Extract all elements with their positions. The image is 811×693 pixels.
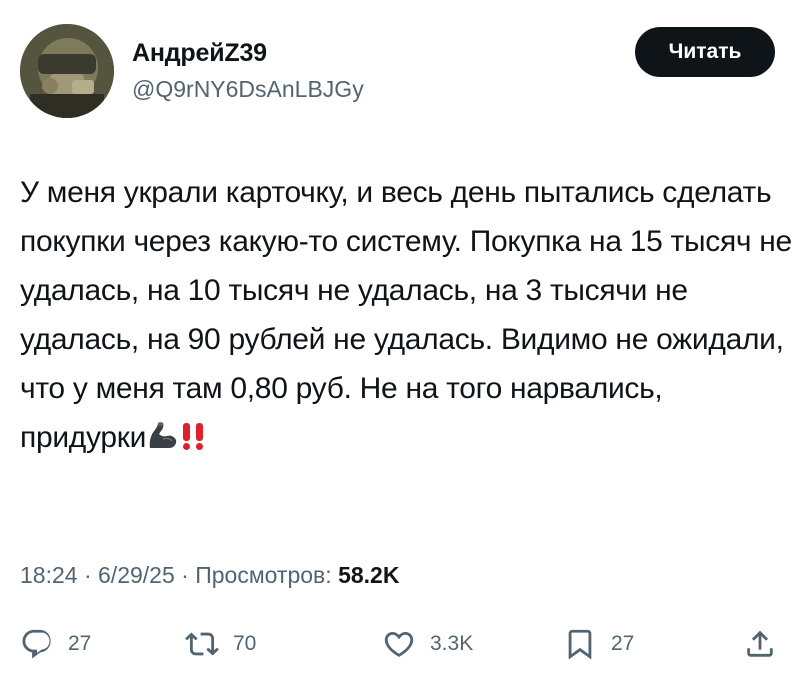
tweet-text: У меня украли карточку, и весь день пыта… — [20, 176, 792, 454]
author-display-name[interactable]: АндрейZ39 — [132, 39, 267, 68]
bookmark-count: 27 — [611, 632, 635, 655]
like-count: 3.3K — [430, 632, 474, 655]
retweet-button[interactable]: 70 — [185, 620, 256, 668]
retweet-count: 70 — [233, 632, 257, 655]
tweet-date[interactable]: 6/29/25 — [98, 562, 175, 588]
retweet-icon — [185, 632, 219, 656]
views-label: Просмотров: — [195, 562, 332, 588]
heart-icon — [384, 631, 414, 657]
bookmark-icon — [568, 629, 592, 660]
flexed-biceps-icon — [146, 417, 178, 466]
tweet-meta: 18:24 · 6/29/25 · Просмотров: 58.2K — [20, 562, 399, 589]
reply-count: 27 — [68, 632, 92, 655]
tweet-time[interactable]: 18:24 — [20, 562, 78, 588]
follow-button[interactable]: Читать — [635, 27, 775, 77]
action-bar: 27 70 3.3K 27 — [0, 620, 811, 668]
double-exclamation-icon — [178, 417, 208, 466]
avatar[interactable] — [20, 24, 114, 118]
author-handle[interactable]: @Q9rNY6DsAnLBJGy — [132, 76, 364, 103]
reply-icon — [22, 629, 51, 659]
views-count: 58.2K — [338, 562, 400, 588]
share-icon — [747, 630, 773, 657]
bookmark-button[interactable]: 27 — [563, 620, 634, 668]
like-button[interactable]: 3.3K — [382, 620, 473, 668]
share-button[interactable] — [743, 620, 777, 668]
reply-button[interactable]: 27 — [20, 620, 91, 668]
avatar-image — [20, 24, 114, 118]
meta-separator: · — [83, 562, 92, 588]
meta-separator: · — [181, 562, 189, 588]
tweet-body: У меня украли карточку, и весь день пыта… — [20, 168, 795, 466]
